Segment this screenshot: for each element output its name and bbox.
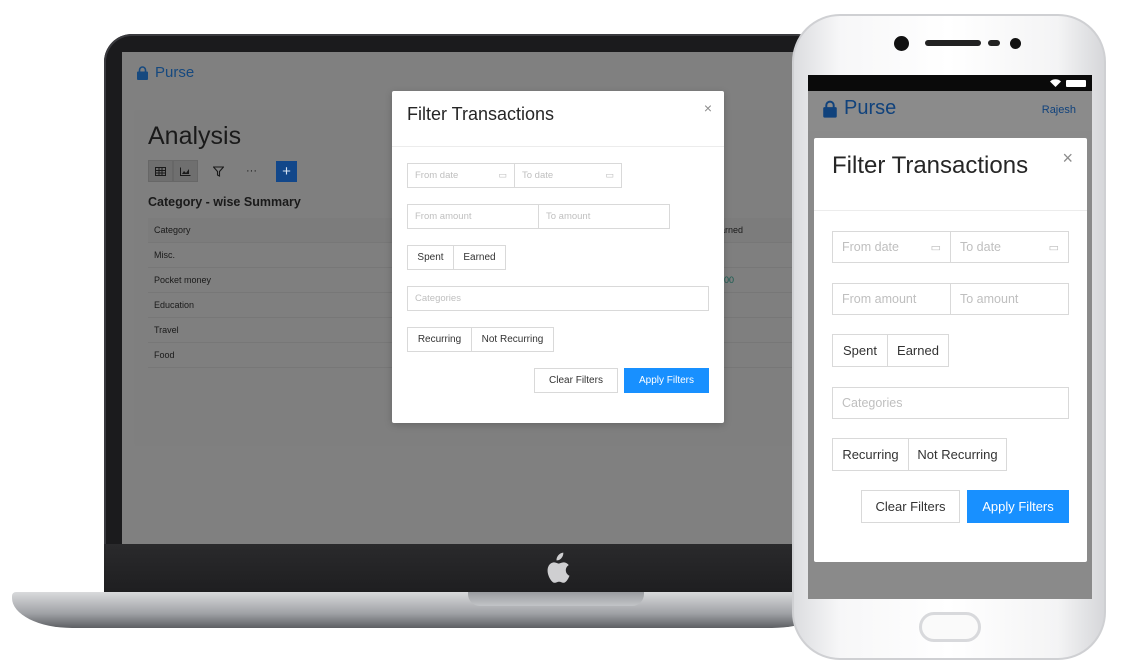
chart-view-button[interactable] bbox=[173, 160, 198, 182]
home-button[interactable] bbox=[919, 612, 981, 642]
view-toolbar: ··· + bbox=[148, 160, 297, 182]
calendar-icon: ▭ bbox=[930, 241, 941, 254]
filter-icon bbox=[213, 165, 224, 177]
filter-modal: Filter Transactions × From date ▭ To dat… bbox=[392, 91, 724, 423]
not-recurring-toggle[interactable]: Not Recurring bbox=[471, 327, 554, 352]
battery-icon bbox=[1066, 79, 1086, 87]
to-date-placeholder: To date bbox=[522, 170, 554, 181]
chart-icon bbox=[180, 167, 191, 176]
to-amount-placeholder: To amount bbox=[960, 292, 1019, 306]
clear-filters-button[interactable]: Clear Filters bbox=[861, 490, 960, 523]
laptop-base bbox=[12, 592, 832, 628]
close-icon[interactable]: × bbox=[1062, 148, 1073, 169]
app-brand[interactable]: Purse bbox=[136, 64, 194, 81]
from-date-placeholder: From date bbox=[415, 170, 459, 181]
modal-title: Filter Transactions bbox=[407, 104, 555, 124]
table-icon bbox=[155, 166, 166, 176]
to-amount-input[interactable]: To amount bbox=[538, 204, 670, 229]
phone-sensor bbox=[1010, 38, 1021, 49]
spent-toggle[interactable]: Spent bbox=[407, 245, 454, 270]
from-amount-placeholder: From amount bbox=[842, 292, 917, 306]
modal-title: Filter Transactions bbox=[832, 152, 1029, 179]
apply-filters-button[interactable]: Apply Filters bbox=[624, 368, 709, 393]
brand-label: Purse bbox=[155, 64, 195, 81]
page-title: Analysis bbox=[148, 122, 242, 150]
filter-button[interactable] bbox=[206, 160, 231, 182]
phone-speaker bbox=[925, 40, 981, 46]
from-date-placeholder: From date bbox=[842, 240, 899, 254]
table-view-button[interactable] bbox=[148, 160, 173, 182]
lock-bag-icon bbox=[823, 100, 837, 118]
from-date-input[interactable]: From date ▭ bbox=[407, 163, 515, 188]
add-transaction-button[interactable]: + bbox=[276, 160, 297, 182]
calendar-icon: ▭ bbox=[498, 170, 507, 180]
to-date-input[interactable]: To date ▭ bbox=[514, 163, 622, 188]
categories-select[interactable]: Categories bbox=[407, 286, 709, 311]
status-bar bbox=[808, 75, 1092, 91]
apply-filters-button[interactable]: Apply Filters bbox=[967, 490, 1069, 523]
not-recurring-toggle[interactable]: Not Recurring bbox=[908, 438, 1007, 471]
clear-filters-button[interactable]: Clear Filters bbox=[534, 368, 618, 393]
from-date-input[interactable]: From date ▭ bbox=[832, 231, 951, 263]
to-amount-placeholder: To amount bbox=[546, 211, 591, 222]
laptop-notch bbox=[468, 592, 644, 606]
categories-select[interactable]: Categories bbox=[832, 387, 1069, 419]
recurring-toggle[interactable]: Recurring bbox=[832, 438, 909, 471]
earned-toggle[interactable]: Earned bbox=[453, 245, 506, 270]
filter-modal: Filter Transactions × From date ▭ To dat… bbox=[814, 138, 1087, 562]
lock-bag-icon bbox=[137, 65, 148, 80]
modal-divider bbox=[392, 146, 724, 147]
from-amount-placeholder: From amount bbox=[415, 211, 472, 222]
user-menu[interactable]: Rajesh bbox=[1042, 104, 1076, 116]
close-icon[interactable]: × bbox=[704, 100, 712, 116]
from-amount-input[interactable]: From amount bbox=[832, 283, 951, 315]
from-amount-input[interactable]: From amount bbox=[407, 204, 539, 229]
summary-title: Category - wise Summary bbox=[148, 195, 301, 209]
to-amount-input[interactable]: To amount bbox=[950, 283, 1069, 315]
calendar-icon: ▭ bbox=[1048, 241, 1059, 254]
front-camera bbox=[894, 36, 909, 51]
to-date-placeholder: To date bbox=[960, 240, 1002, 254]
more-button[interactable]: ··· bbox=[239, 160, 264, 182]
laptop-screen: Purse Analysis ··· + Category - wise Sum… bbox=[122, 52, 812, 544]
modal-divider bbox=[814, 210, 1087, 211]
phone-screen: Purse Rajesh Filter Transactions × From … bbox=[808, 75, 1092, 599]
wifi-icon bbox=[1050, 79, 1061, 87]
categories-placeholder: Categories bbox=[842, 396, 903, 410]
spent-toggle[interactable]: Spent bbox=[832, 334, 888, 367]
apple-logo-icon bbox=[547, 552, 570, 583]
app-header: Purse Rajesh bbox=[808, 91, 1092, 131]
recurring-toggle[interactable]: Recurring bbox=[407, 327, 472, 352]
app-brand[interactable]: Purse bbox=[822, 97, 896, 120]
earned-toggle[interactable]: Earned bbox=[887, 334, 949, 367]
phone-sensor-bar bbox=[988, 40, 1000, 46]
brand-label: Purse bbox=[844, 97, 897, 119]
to-date-input[interactable]: To date ▭ bbox=[950, 231, 1069, 263]
calendar-icon: ▭ bbox=[605, 170, 614, 180]
categories-placeholder: Categories bbox=[415, 293, 461, 304]
